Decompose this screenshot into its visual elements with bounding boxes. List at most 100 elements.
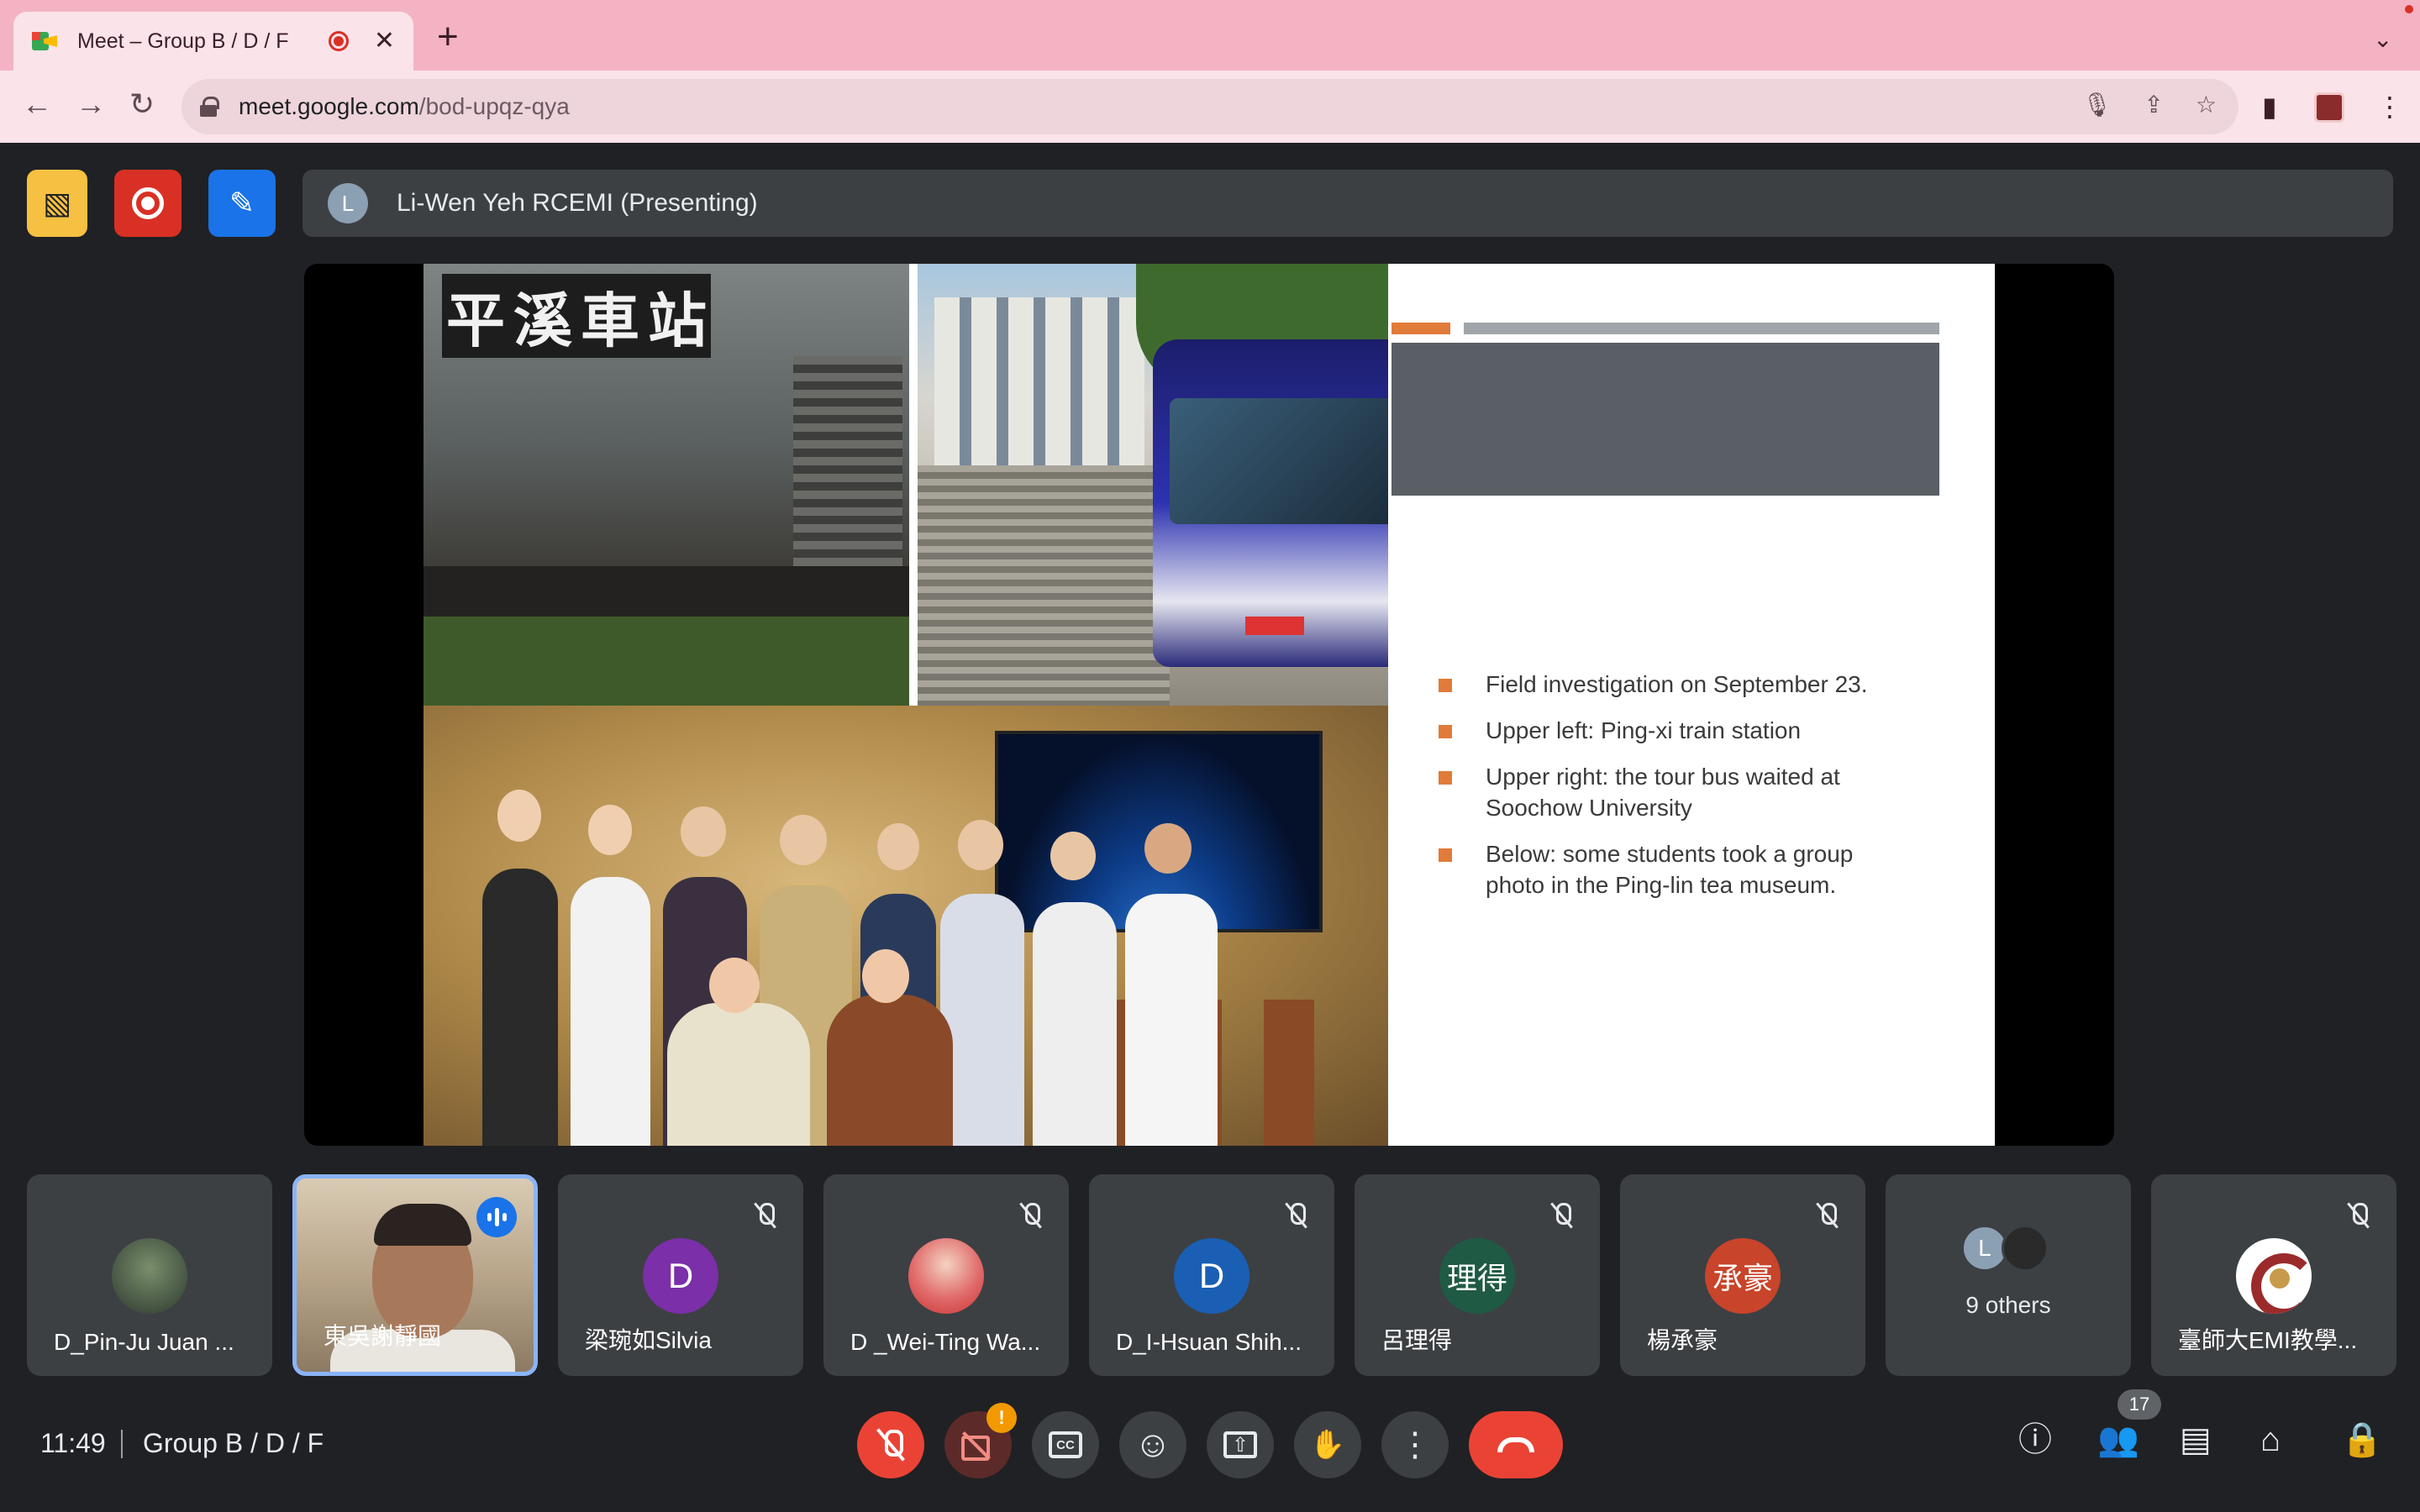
slide-accent-grey [1464, 323, 1939, 334]
captions-icon: CC [1049, 1431, 1082, 1458]
participant-tile[interactable]: 理得 呂理得 [1355, 1174, 1600, 1376]
google-meet-icon [32, 30, 59, 52]
chat-icon[interactable]: ▤ [2180, 1423, 2212, 1457]
more-vert-icon: ⋮ [1398, 1426, 1432, 1463]
new-tab-button[interactable]: + [437, 18, 459, 55]
raise-hand-button[interactable]: ✋ [1294, 1411, 1361, 1478]
mic-off-icon [1813, 1201, 1840, 1228]
presentation-slide: 平 溪 車 站 Field investigation on September… [424, 264, 1995, 1146]
bookmark-star-icon[interactable]: ☆ [2196, 91, 2217, 118]
back-icon[interactable]: ← [22, 89, 52, 119]
person-head [1050, 832, 1096, 880]
camera-toggle-button[interactable]: ! [944, 1403, 1017, 1478]
tab-search-chevron-icon[interactable]: ⌄ [2373, 25, 2392, 53]
recording-button[interactable] [114, 170, 182, 237]
reload-icon[interactable]: ↻ [129, 89, 155, 119]
avatar [908, 1238, 984, 1314]
person [571, 877, 650, 1146]
participant-tile[interactable]: D_Pin-Ju Juan ... [27, 1174, 272, 1376]
browser-toolbar: ← → ↻ meet.google.com/bod-upqz-qya 🎙 ⇪ ☆… [0, 71, 2420, 143]
captions-off-button[interactable]: ▧ [27, 170, 87, 237]
participant-tile[interactable]: 承豪 楊承豪 [1620, 1174, 1865, 1376]
captions-button[interactable]: CC [1032, 1411, 1099, 1478]
plants [424, 617, 909, 706]
warning-badge: ! [986, 1403, 1017, 1433]
more-options-button[interactable]: ⋮ [1381, 1411, 1449, 1478]
present-now-button[interactable]: ⇧ [1207, 1411, 1274, 1478]
reactions-button[interactable]: ☺ [1119, 1411, 1186, 1478]
mic-off-icon [876, 1428, 905, 1462]
tour-bus-photo [909, 264, 1388, 706]
profile-avatar-icon[interactable] [2314, 92, 2344, 123]
browser-tab-meet[interactable]: Meet – Group B / D / F ✕ [13, 12, 413, 71]
others-avatars: L [1961, 1225, 2049, 1272]
microphone-icon[interactable]: 🎙 [2082, 91, 2112, 118]
bus-windshield [1170, 398, 1388, 524]
participant-tile[interactable]: 臺師大EMI教學... [2151, 1174, 2396, 1376]
meeting-name: Group B / D / F [143, 1428, 324, 1458]
present-screen-icon: ⇧ [1223, 1431, 1257, 1458]
side-panel-icon[interactable]: ▮ [2262, 91, 2277, 123]
avatar: D [643, 1238, 718, 1314]
participant-name: 呂理得 [1381, 1327, 1453, 1353]
train-station-photo: 平 溪 車 站 [424, 264, 909, 706]
participant-tile-speaking[interactable]: 東吳謝靜國 [292, 1174, 538, 1376]
person-head [1144, 823, 1192, 874]
leave-call-button[interactable] [1469, 1411, 1563, 1478]
presenter-bar[interactable]: L Li-Wen Yeh RCEMI (Presenting) [302, 170, 2393, 237]
close-tab-icon[interactable]: ✕ [374, 29, 395, 54]
browser-menu-icon[interactable]: ⋮ [2376, 91, 2403, 123]
people-icon[interactable]: 👥 [2097, 1423, 2139, 1457]
avatar: 承豪 [1705, 1238, 1781, 1314]
update-dot-icon [2405, 5, 2413, 13]
transcript-icon: ✎ [229, 186, 255, 220]
meeting-info-icon[interactable]: ⓘ [2018, 1423, 2052, 1457]
person-head [958, 820, 1003, 870]
sign-char: 溪 [513, 285, 572, 355]
presentation-stage[interactable]: 平 溪 車 站 Field investigation on September… [304, 264, 2114, 1146]
participant-tile[interactable]: D _Wei-Ting Wa... [823, 1174, 1069, 1376]
avatar [2002, 1225, 2049, 1272]
person [940, 894, 1024, 1146]
participant-name: D_I-Hsuan Shih... [1116, 1329, 1302, 1355]
participant-name: 臺師大EMI教學... [2178, 1327, 2358, 1353]
person-head [862, 949, 909, 1003]
activities-icon[interactable]: ⌂ [2260, 1423, 2281, 1457]
person [827, 995, 953, 1146]
host-controls-icon[interactable]: 🔒 [2341, 1423, 2383, 1457]
participant-name: 梁琬如Silvia [585, 1327, 712, 1353]
browser-tab-strip: Meet – Group B / D / F ✕ + ⌄ [0, 0, 2420, 71]
slide-bullets: Field investigation on September 23. Upp… [1392, 669, 1896, 916]
forward-icon[interactable]: → [76, 89, 106, 119]
person-head [588, 805, 632, 855]
participant-name: D_Pin-Ju Juan ... [54, 1329, 234, 1355]
hang-up-icon [1497, 1437, 1534, 1452]
slide-bullet: Upper right: the tour bus waited at Sooc… [1392, 761, 1896, 823]
person [1033, 902, 1117, 1146]
person [1125, 894, 1218, 1146]
person-head [681, 806, 726, 857]
url-host: meet.google.com [239, 93, 419, 119]
sign-char: 站 [648, 285, 707, 355]
recording-indicator-icon [328, 31, 349, 51]
university-logo-avatar [2236, 1238, 2312, 1314]
meeting-clock: 11:49 [40, 1428, 106, 1458]
address-bar[interactable]: meet.google.com/bod-upqz-qya 🎙 ⇪ ☆ [182, 79, 2238, 134]
participant-tile[interactable]: D 梁琬如Silvia [558, 1174, 803, 1376]
slide-title-box [1392, 343, 1939, 496]
sign-char: 車 [581, 285, 639, 355]
slide-bullet: Below: some students took a group photo … [1392, 838, 1896, 900]
participant-name: D _Wei-Ting Wa... [850, 1329, 1041, 1355]
mic-toggle-button[interactable] [857, 1411, 924, 1478]
person-head [877, 823, 919, 870]
mic-off-icon [2344, 1201, 2371, 1228]
steps [918, 465, 1170, 706]
participant-tile[interactable]: D D_I-Hsuan Shih... [1089, 1174, 1334, 1376]
transcript-button[interactable]: ✎ [208, 170, 276, 237]
station-sign: 平 溪 車 站 [442, 274, 711, 358]
lock-icon[interactable] [200, 97, 219, 117]
slide-bullet: Upper left: Ping-xi train station [1392, 715, 1896, 746]
share-icon[interactable]: ⇪ [2144, 91, 2163, 118]
others-tile[interactable]: L 9 others [1886, 1174, 2131, 1376]
avatar: D [1174, 1238, 1249, 1314]
